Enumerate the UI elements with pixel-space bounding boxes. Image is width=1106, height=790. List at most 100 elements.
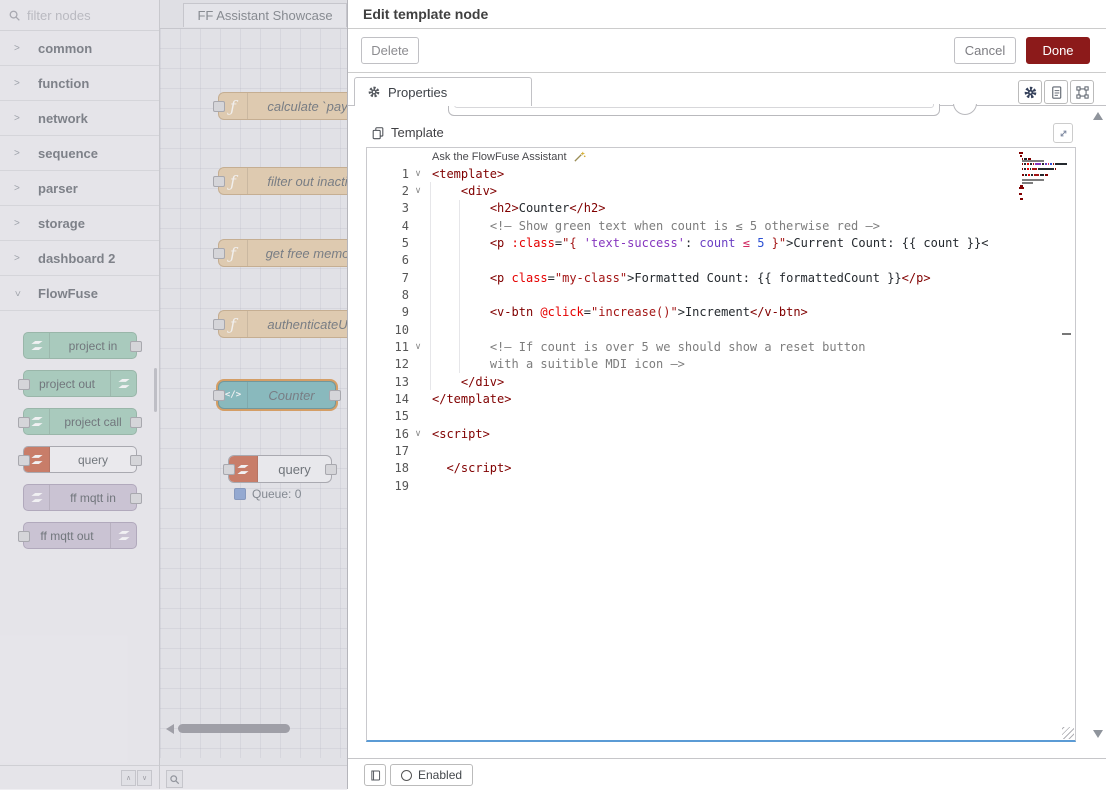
node-input-port[interactable] (18, 379, 30, 390)
code-line: 10 (367, 321, 1075, 338)
hscroll-left-arrow-icon[interactable] (166, 724, 174, 734)
palette-category-dashboard-2[interactable]: >dashboard 2 (0, 241, 160, 276)
delete-button[interactable]: Delete (361, 37, 419, 64)
editor-minimap[interactable] (1019, 152, 1061, 203)
palette-category-storage[interactable]: >storage (0, 206, 160, 241)
fold-toggle-icon[interactable]: ∨ (409, 342, 427, 352)
palette-collapse-all-button[interactable]: ∧ (121, 770, 136, 786)
code-segment (504, 271, 511, 285)
minimap-mark (1022, 168, 1024, 170)
minimap-mark (1053, 163, 1055, 165)
flow-canvas[interactable]: ƒcalculate `pay ƒfilter out inacti ƒget fr… (160, 28, 347, 758)
palette-node-project-call[interactable]: project call (23, 408, 137, 435)
node-output-port[interactable] (325, 464, 337, 475)
node-input-port[interactable] (18, 531, 30, 542)
docs-button[interactable] (364, 764, 386, 786)
palette-node-project-out[interactable]: project out (23, 370, 137, 397)
enabled-label: Enabled (418, 768, 462, 782)
code-line: 7<p class="my-class">Formatted Count: {{… (367, 269, 1075, 286)
minimap-mark (1020, 198, 1024, 200)
node-input-port[interactable] (213, 176, 225, 187)
node-output-port[interactable] (130, 455, 142, 466)
node-input-port[interactable] (213, 390, 225, 401)
minimap-mark (1020, 185, 1023, 187)
flow-node-query[interactable]: query (228, 455, 332, 483)
node-input-port[interactable] (213, 319, 225, 330)
minimap-mark (1027, 163, 1030, 165)
palette-node-query[interactable]: query (23, 446, 137, 473)
flow-node-label: filter out inacti (248, 174, 347, 189)
indent-guide (430, 182, 431, 390)
horizontal-scrollbar[interactable] (178, 724, 290, 733)
node-input-port[interactable] (18, 417, 30, 428)
code-segment: <div> (461, 184, 497, 198)
left-footer-bar: ∧ ∨ (0, 765, 347, 790)
scroll-up-arrow-icon[interactable] (1093, 112, 1103, 120)
code-lines: 1∨<template>2∨<div>3<h2>Counter</h2>4<!—… (367, 165, 1075, 494)
node-input-port[interactable] (213, 101, 225, 112)
workspace-search-button[interactable] (166, 770, 183, 788)
palette-category-function[interactable]: >function (0, 66, 160, 101)
flow-node-calculate-pay[interactable]: ƒcalculate `pay (218, 92, 347, 120)
code-segment: = (548, 271, 555, 285)
filter-nodes-input[interactable]: filter nodes (0, 0, 160, 31)
code-segment: </template> (432, 392, 511, 406)
tab-properties[interactable]: Properties (354, 77, 532, 106)
flow-node-label: query (258, 462, 331, 477)
palette-category-flowfuse[interactable]: >FlowFuse (0, 276, 160, 311)
flowfuse-logo-icon (24, 333, 50, 358)
palette-node-ff-mqtt-in[interactable]: ff mqtt in (23, 484, 137, 511)
flow-node-counter[interactable]: </>Counter (218, 381, 336, 409)
code-segment: count (699, 236, 735, 250)
palette-node-project-in[interactable]: project in (23, 332, 137, 359)
scrolled-circle-button-partial[interactable] (953, 104, 977, 115)
appearance-view-button[interactable] (1070, 80, 1094, 104)
code-line: 5<p :class="{ 'text-success': count ≤ 5 … (367, 234, 1075, 251)
template-code-editor[interactable]: Ask the FlowFuse Assistant 1∨<template>2… (366, 147, 1076, 742)
cancel-button[interactable]: Cancel (954, 37, 1016, 64)
done-button[interactable]: Done (1026, 37, 1090, 64)
code-segment: @click (540, 305, 583, 319)
palette-category-parser[interactable]: >parser (0, 171, 160, 206)
palette-category-common[interactable]: >common (0, 31, 160, 66)
node-output-port[interactable] (130, 493, 142, 504)
node-output-port[interactable] (130, 341, 142, 352)
scroll-down-arrow-icon[interactable] (1093, 730, 1103, 738)
flow-tab[interactable]: FF Assistant Showcase (183, 3, 347, 27)
minimap-line (1019, 200, 1061, 203)
node-input-port[interactable] (18, 455, 30, 466)
flow-node-get-free-memo[interactable]: ƒget free memo (218, 239, 347, 267)
palette-category-sequence[interactable]: >sequence (0, 136, 160, 171)
node-output-port[interactable] (329, 390, 341, 401)
fold-toggle-icon[interactable]: ∨ (409, 169, 427, 179)
code-segment: ≤ (736, 236, 758, 250)
flow-node-authenticateu[interactable]: ƒauthenticateU (218, 310, 347, 338)
line-number: 8 (367, 288, 409, 302)
code-line: 1∨<template> (367, 165, 1075, 182)
fold-toggle-icon[interactable]: ∨ (409, 429, 427, 439)
code-segment: with a suitible MDI icon —> (490, 357, 685, 371)
flow-node-label: authenticateU (248, 317, 347, 332)
node-input-port[interactable] (213, 248, 225, 259)
line-number: 17 (367, 444, 409, 458)
palette-categories: >common>function>network>sequence>parser… (0, 31, 160, 563)
palette-expand-all-button[interactable]: ∨ (137, 770, 152, 786)
flow-node-filter-out-inacti[interactable]: ƒfilter out inacti (218, 167, 347, 195)
flow-node-label: calculate `pay (248, 99, 347, 114)
properties-view-button[interactable] (1018, 80, 1042, 104)
palette-scrollbar[interactable] (154, 368, 157, 412)
node-input-port[interactable] (223, 464, 235, 475)
editor-resize-grip[interactable] (1062, 727, 1074, 739)
palette-node-ff-mqtt-out[interactable]: ff mqtt out (23, 522, 137, 549)
expand-editor-button[interactable] (1053, 123, 1073, 143)
palette-category-network[interactable]: >network (0, 101, 160, 136)
overview-cursor-mark (1062, 333, 1071, 335)
select-group-icon (1075, 85, 1090, 100)
fold-toggle-icon[interactable]: ∨ (409, 186, 427, 196)
code-content: <!— If count is over 5 we should show a … (427, 340, 866, 354)
node-output-port[interactable] (130, 417, 142, 428)
description-view-button[interactable] (1044, 80, 1068, 104)
code-segment: <p (490, 236, 504, 250)
node-enabled-toggle[interactable]: Enabled (390, 764, 473, 786)
assistant-hint[interactable]: Ask the FlowFuse Assistant (367, 148, 1075, 165)
